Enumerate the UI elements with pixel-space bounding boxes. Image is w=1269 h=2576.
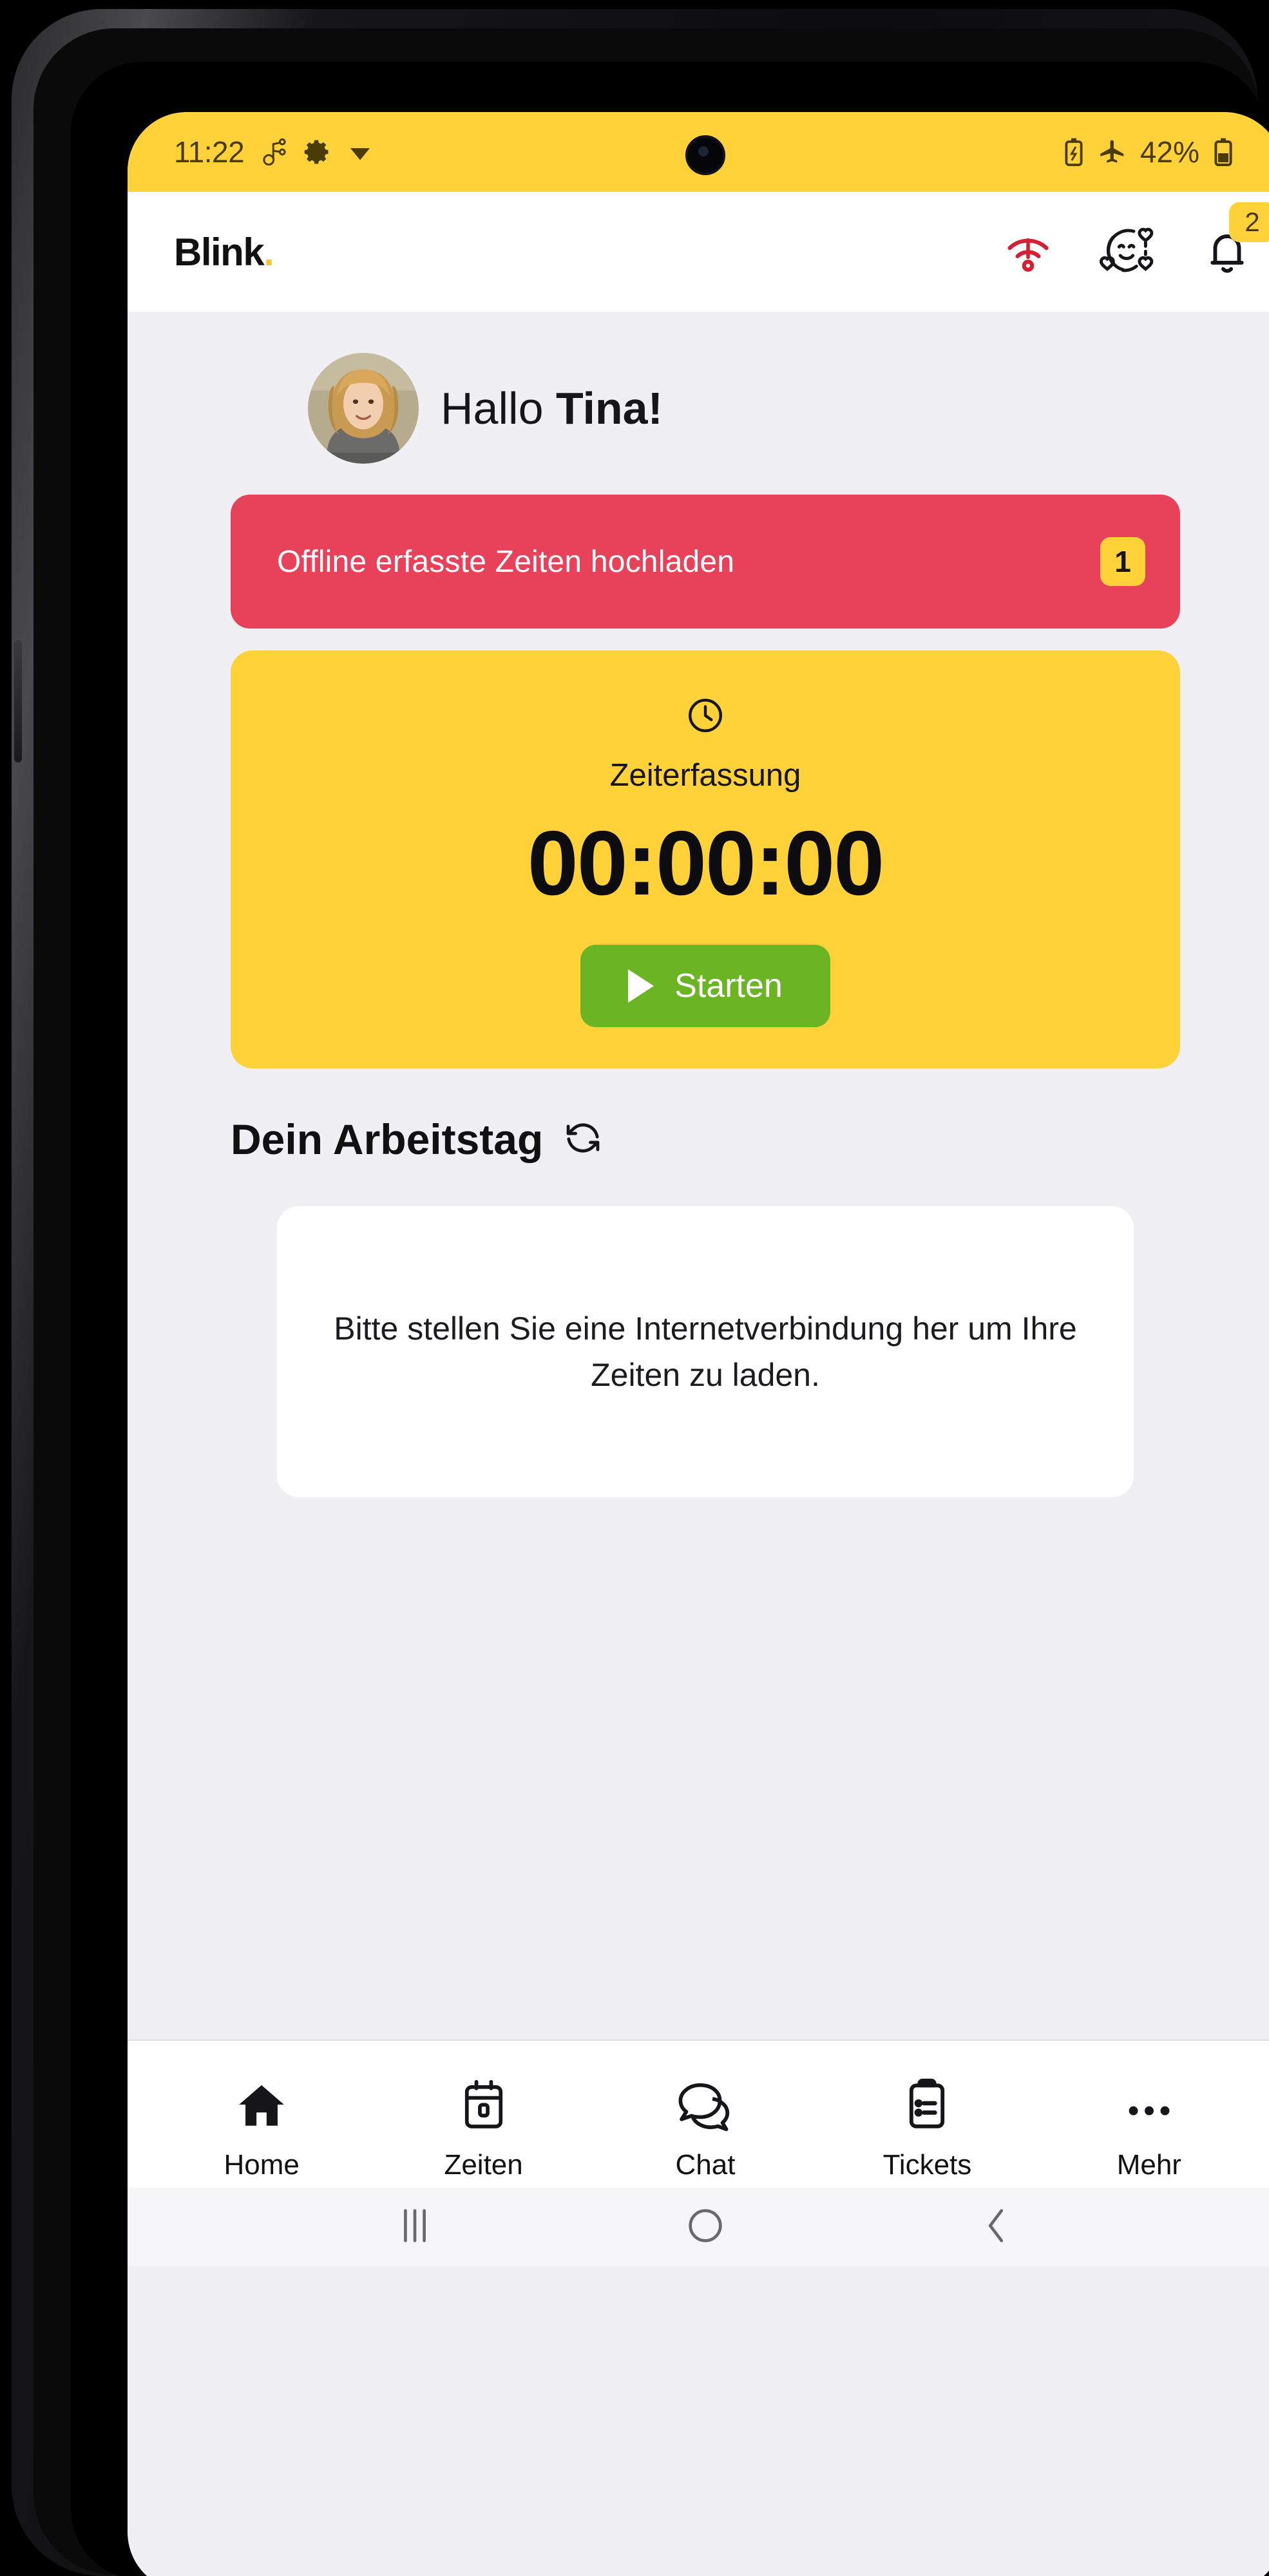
recents-button[interactable] [392, 2203, 437, 2251]
offline-upload-count-badge: 1 [1100, 537, 1145, 586]
greeting-row: Hallo Tina! [128, 312, 1269, 495]
back-button[interactable] [973, 2203, 1018, 2251]
workday-section-header: Dein Arbeitstag [128, 1068, 1269, 1164]
app-logo-dot: . [263, 230, 274, 274]
offline-upload-label: Offline erfasste Zeiten hochladen [277, 544, 735, 579]
status-bar-time: 11:22 [174, 135, 245, 169]
home-button[interactable] [683, 2203, 728, 2251]
chat-bubbles-icon [675, 2070, 736, 2132]
workday-empty-message: Bitte stellen Sie eine Internetverbindun… [334, 1310, 1077, 1394]
play-icon [628, 969, 654, 1003]
settings-gear-icon [303, 138, 332, 166]
start-timer-button[interactable]: Starten [580, 945, 830, 1028]
offline-wifi-icon[interactable] [1000, 229, 1056, 275]
workday-title: Dein Arbeitstag [231, 1115, 544, 1164]
time-tracking-label: Zeiterfassung [609, 758, 801, 793]
phone-bezel: 11:22 42% Blink. 2 Hallo Tina! Offline e… [71, 62, 1269, 2576]
battery-icon [1212, 137, 1234, 167]
app-logo-text: Blink [174, 230, 265, 274]
wifi-signal-icon [347, 139, 373, 165]
elapsed-time-display: 00:00:00 [527, 812, 884, 914]
clock-icon [231, 696, 1180, 735]
bluetooth-share-icon [261, 137, 288, 167]
calendar-icon [460, 2070, 508, 2132]
android-navigation-bar [128, 2188, 1269, 2266]
phone-screen: 11:22 42% Blink. 2 Hallo Tina! Offline e… [128, 112, 1269, 2576]
app-logo[interactable]: Blink. [174, 230, 274, 274]
battery-percent-label: 42% [1140, 135, 1199, 169]
app-header: Blink. 2 [128, 192, 1269, 312]
clipboard-icon [902, 2070, 951, 2132]
airplane-mode-icon [1098, 137, 1127, 167]
status-bar-right-icons: 42% [1063, 135, 1234, 169]
tab-home-label: Home [224, 2149, 300, 2181]
tab-mehr-label: Mehr [1116, 2149, 1181, 2181]
notification-bell-icon[interactable]: 2 [1201, 202, 1269, 277]
refresh-icon[interactable] [562, 1117, 604, 1162]
start-timer-label: Starten [674, 967, 783, 1005]
workday-empty-card: Bitte stellen Sie eine Internetverbindun… [277, 1206, 1134, 1498]
battery-saver-icon [1063, 137, 1085, 167]
greeting-name: Tina! [555, 383, 663, 433]
front-camera [685, 135, 725, 175]
left-side-button[interactable] [14, 640, 22, 762]
home-content: Hallo Tina! Offline erfasste Zeiten hoch… [128, 312, 1269, 2266]
tab-chat-label: Chat [675, 2149, 736, 2181]
ellipsis-icon [1121, 2070, 1177, 2132]
tab-zeiten-label: Zeiten [444, 2149, 523, 2181]
screenshot-scene: 11:22 42% Blink. 2 Hallo Tina! Offline e… [0, 0, 1269, 2576]
phone-frame: 11:22 42% Blink. 2 Hallo Tina! Offline e… [12, 9, 1269, 2576]
phone-rim: 11:22 42% Blink. 2 Hallo Tina! Offline e… [33, 28, 1269, 2576]
avatar[interactable] [308, 353, 419, 464]
offline-upload-banner[interactable]: Offline erfasste Zeiten hochladen 1 [231, 495, 1180, 629]
tab-tickets-label: Tickets [883, 2149, 972, 2181]
greeting-prefix: Hallo [441, 383, 556, 433]
home-icon [234, 2070, 289, 2132]
greeting-text: Hallo Tina! [441, 383, 663, 434]
status-bar-left-icons [261, 137, 373, 167]
app-header-actions: 2 [1000, 202, 1269, 278]
time-tracking-card: Zeiterfassung 00:00:00 Starten [231, 650, 1180, 1069]
notification-badge: 2 [1229, 202, 1269, 242]
engagement-smiley-icon[interactable] [1099, 225, 1158, 278]
